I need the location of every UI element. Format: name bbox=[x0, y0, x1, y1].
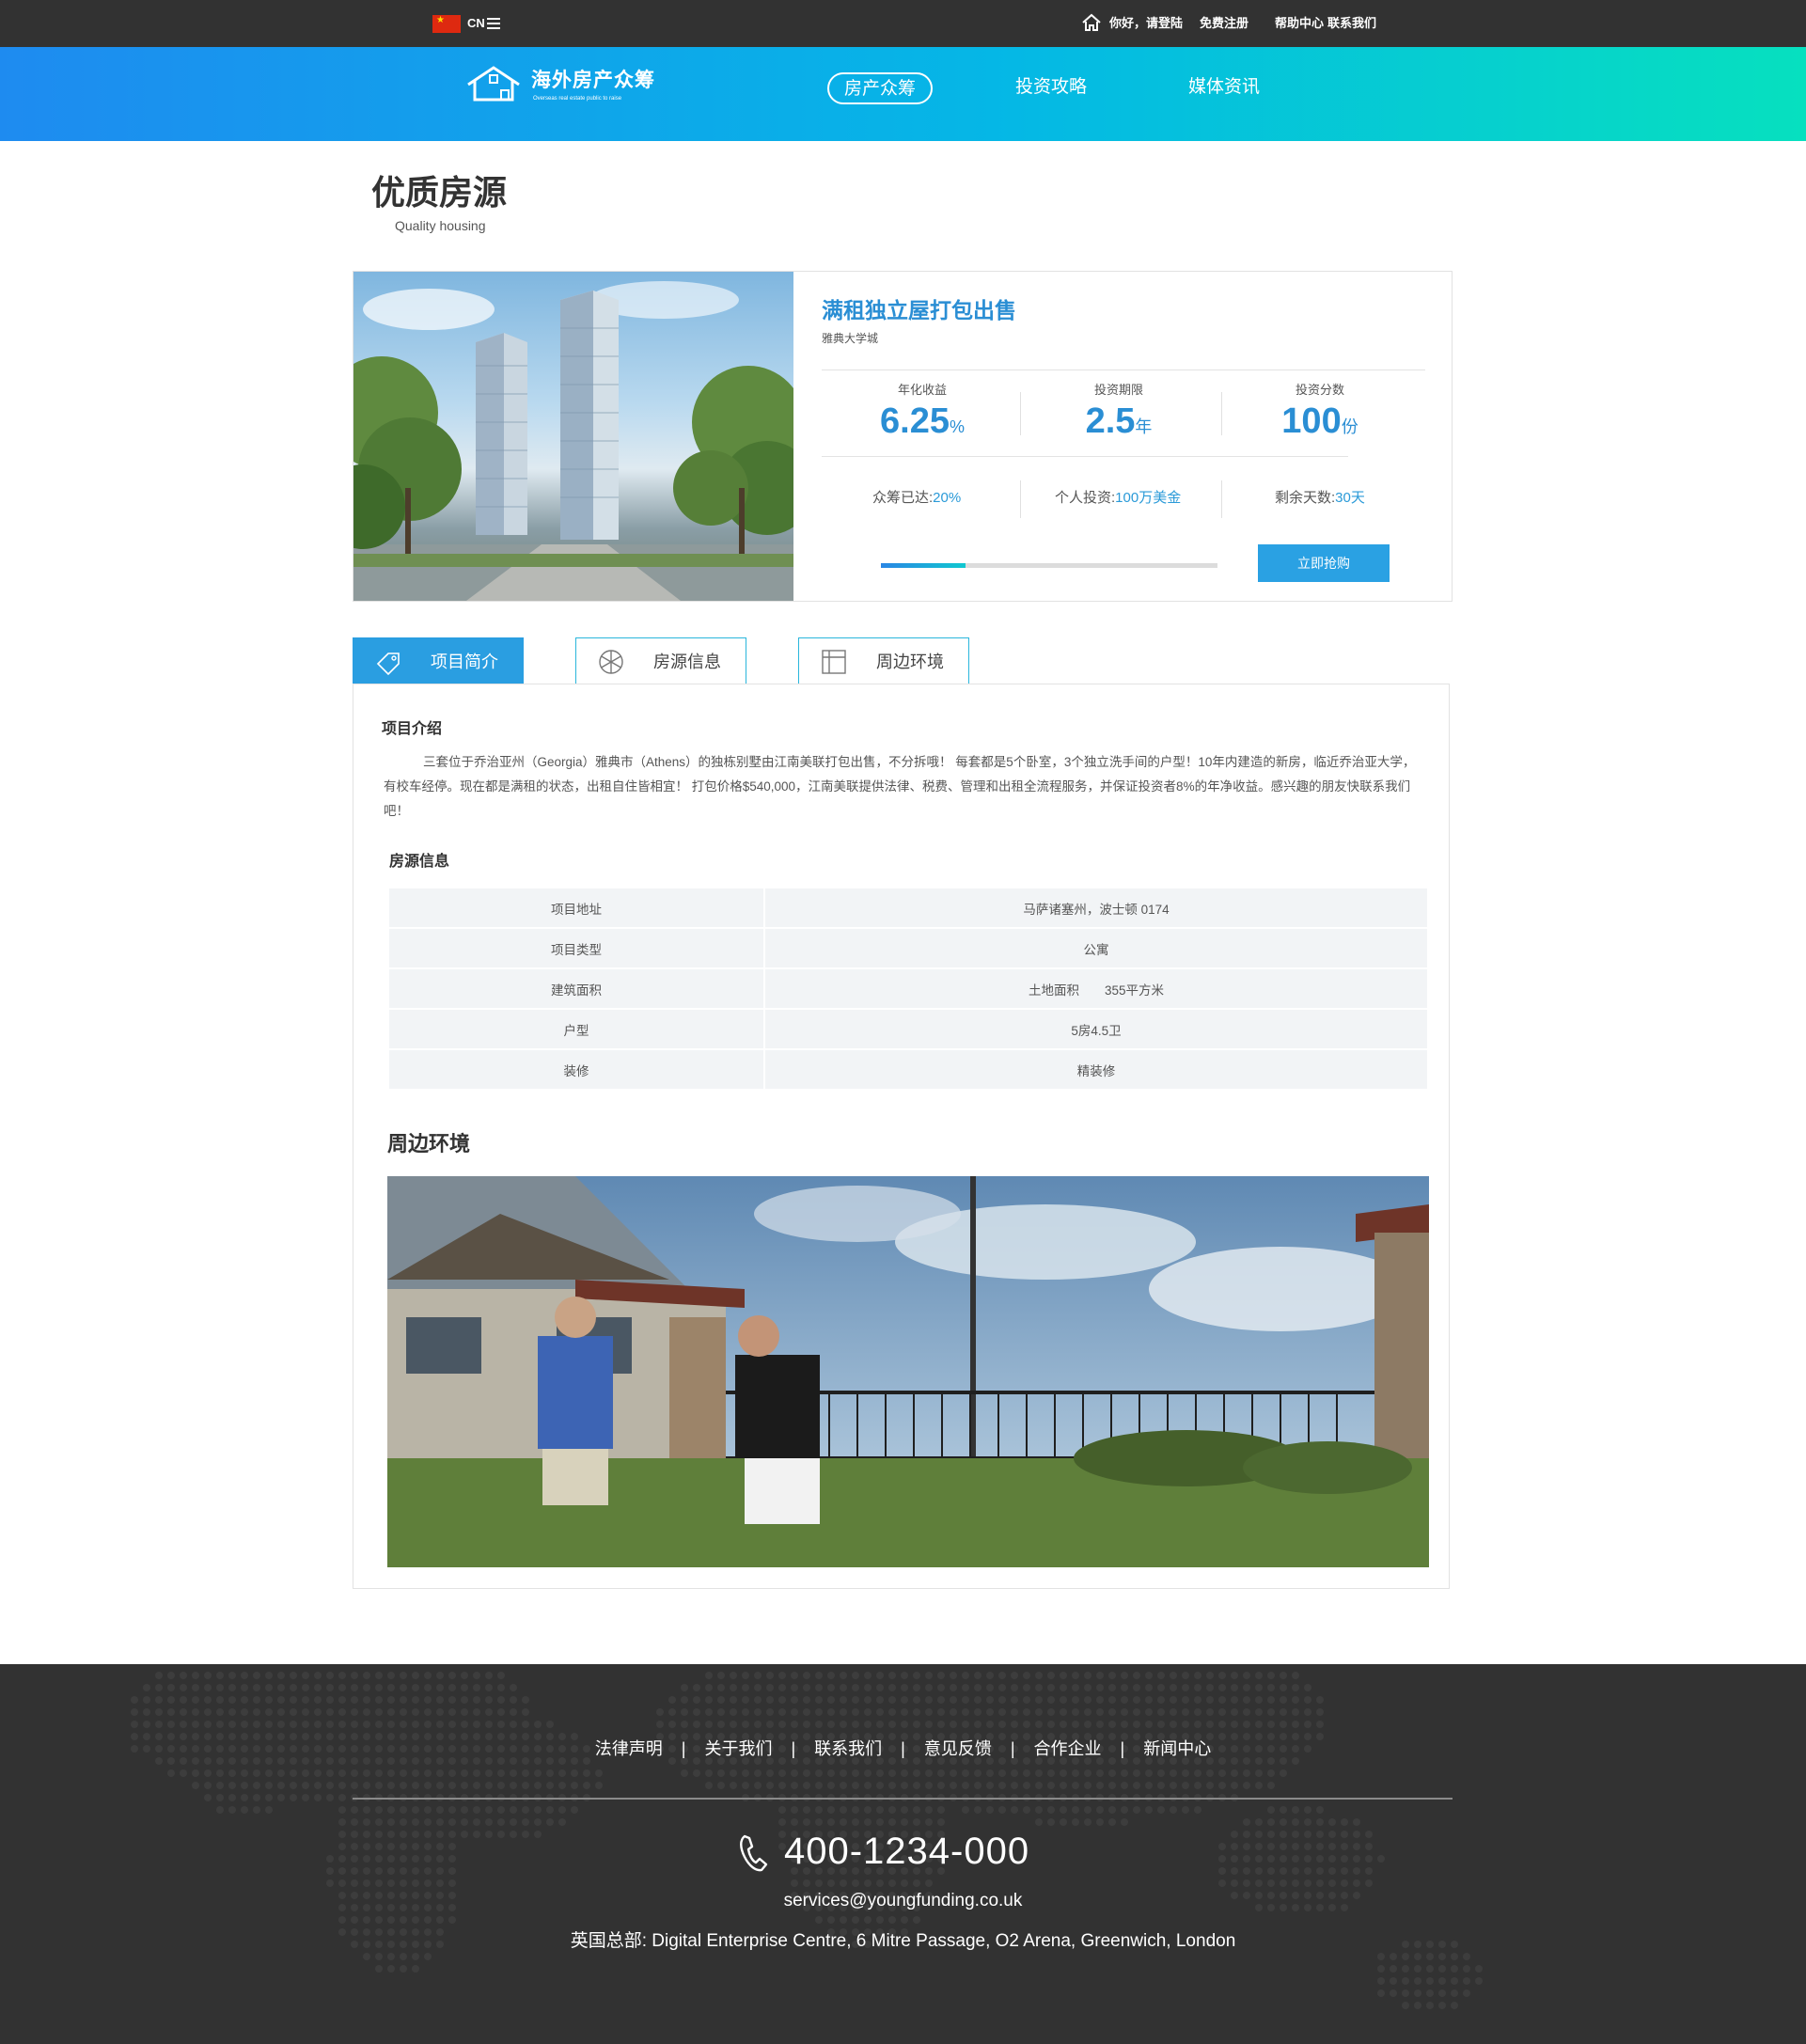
footer: 法律声明 | 关于我们 | 联系我们 | 意见反馈 | 合作企业 | 新闻中心 400-1234-0… bbox=[0, 1664, 1806, 2044]
nav-item-investment-guide[interactable]: 投资攻略 bbox=[998, 72, 1104, 104]
tab-label: 周边环境 bbox=[876, 653, 944, 671]
top-bar: ★ CN 你好，请登陆 免费注册 帮助中心 联系我们 bbox=[0, 0, 1806, 47]
main-navigation: 海外房产众筹 Overseas real estate public to ra… bbox=[0, 47, 1806, 141]
footer-links: 法律声明 | 关于我们 | 联系我们 | 意见反馈 | 合作企业 | 新闻中心 bbox=[0, 1737, 1806, 1760]
stat-divider bbox=[1020, 392, 1021, 435]
table-row: 装修 精装修 bbox=[389, 1050, 1427, 1091]
register-link[interactable]: 免费注册 bbox=[1200, 16, 1248, 31]
link-separator: | bbox=[1120, 1739, 1125, 1758]
property-info-heading: 房源信息 bbox=[389, 854, 450, 870]
headquarters-address: 英国总部: Digital Enterprise Centre, 6 Mitre… bbox=[570, 1931, 1236, 1951]
surroundings-photo bbox=[387, 1176, 1429, 1567]
annual-yield-stat: 年化收益 6.25% bbox=[833, 383, 1012, 448]
stat-divider bbox=[1221, 392, 1222, 435]
contact-email[interactable]: services@youngfunding.co.uk bbox=[0, 1890, 1806, 1912]
help-center-link[interactable]: 帮助中心 bbox=[1275, 16, 1324, 31]
progress-fill bbox=[881, 563, 966, 568]
table-value: 5房4.5卫 bbox=[765, 1010, 1427, 1050]
meta-divider bbox=[1020, 480, 1021, 518]
table-key: 项目地址 bbox=[389, 888, 765, 929]
divider bbox=[822, 456, 1348, 457]
personal-investment: 个人投资:100万美金 bbox=[1055, 490, 1182, 506]
page-subtitle: Quality housing bbox=[395, 218, 486, 233]
surroundings-heading: 周边环境 bbox=[387, 1132, 471, 1156]
tab-content-panel: 项目介绍 三套位于乔治亚州（Georgia）雅典市（Athens）的独栋别墅由江… bbox=[353, 684, 1450, 1589]
tag-icon bbox=[376, 653, 400, 676]
divider bbox=[822, 369, 1425, 370]
stat-value: 2.5年 bbox=[1085, 401, 1153, 441]
nav-item-media-news[interactable]: 媒体资讯 bbox=[1171, 72, 1277, 104]
page-title: 优质房源 bbox=[371, 173, 508, 212]
meta-divider bbox=[1221, 480, 1222, 518]
menu-icon[interactable] bbox=[487, 18, 500, 29]
investment-term-stat: 投资期限 2.5年 bbox=[1029, 383, 1208, 448]
table-row: 建筑面积 土地面积 355平方米 bbox=[389, 969, 1427, 1010]
table-value: 马萨诸塞州，波士顿 0174 bbox=[765, 888, 1427, 929]
link-separator: | bbox=[901, 1739, 905, 1758]
property-card: 满租独立屋打包出售 雅典大学城 年化收益 6.25% 投资期限 2.5年 投资分… bbox=[353, 271, 1453, 602]
property-info-table: 项目地址 马萨诸塞州，波士顿 0174 项目类型 公寓 建筑面积 土地面积 35… bbox=[389, 888, 1427, 1091]
snowflake-icon bbox=[599, 650, 623, 674]
table-row: 户型 5房4.5卫 bbox=[389, 1010, 1427, 1050]
link-separator: | bbox=[791, 1739, 796, 1758]
footer-divider bbox=[353, 1798, 1453, 1800]
contact-us-link[interactable]: 联系我们 bbox=[1327, 16, 1376, 31]
property-title[interactable]: 满租独立屋打包出售 bbox=[822, 296, 1016, 324]
remaining-days: 剩余天数:30天 bbox=[1275, 490, 1365, 506]
layout-icon bbox=[822, 650, 846, 674]
property-location: 雅典大学城 bbox=[822, 332, 879, 345]
table-key: 装修 bbox=[389, 1050, 765, 1091]
table-key: 户型 bbox=[389, 1010, 765, 1050]
logo[interactable]: 海外房产众筹 Overseas real estate public to ra… bbox=[465, 64, 691, 111]
stat-value: 6.25% bbox=[880, 401, 965, 441]
table-row: 项目类型 公寓 bbox=[389, 929, 1427, 969]
footer-link-feedback[interactable]: 意见反馈 bbox=[924, 1739, 992, 1758]
investment-shares-stat: 投资分数 100份 bbox=[1231, 383, 1409, 448]
tab-label: 房源信息 bbox=[653, 653, 721, 671]
house-logo-icon bbox=[467, 66, 520, 102]
table-key: 项目类型 bbox=[389, 929, 765, 969]
stat-label: 投资期限 bbox=[1093, 383, 1143, 397]
buy-now-button[interactable]: 立即抢购 bbox=[1258, 544, 1390, 582]
login-link[interactable]: 你好，请登陆 bbox=[1109, 16, 1183, 31]
stat-value: 100份 bbox=[1281, 401, 1358, 441]
tab-project-intro[interactable]: 项目简介 bbox=[353, 637, 524, 691]
funding-progress-bar bbox=[881, 563, 1217, 568]
footer-link-about[interactable]: 关于我们 bbox=[704, 1739, 772, 1758]
nav-item-crowdfunding[interactable]: 房产众筹 bbox=[827, 72, 933, 104]
footer-link-contact[interactable]: 联系我们 bbox=[814, 1739, 882, 1758]
table-row: 项目地址 马萨诸塞州，波士顿 0174 bbox=[389, 888, 1427, 929]
stat-label: 投资分数 bbox=[1295, 383, 1344, 397]
logo-text: 海外房产众筹 bbox=[531, 70, 655, 91]
home-icon[interactable] bbox=[1081, 12, 1102, 33]
logo-subtitle: Overseas real estate public to raise bbox=[533, 96, 622, 102]
china-flag-icon[interactable]: ★ bbox=[432, 15, 461, 33]
phone-icon bbox=[740, 1834, 768, 1872]
language-selector[interactable]: CN bbox=[467, 16, 485, 31]
raised-percentage: 众筹已达:20% bbox=[872, 490, 962, 506]
footer-link-news[interactable]: 新闻中心 bbox=[1143, 1739, 1211, 1758]
intro-heading: 项目介绍 bbox=[382, 721, 443, 737]
table-value: 土地面积 355平方米 bbox=[765, 969, 1427, 1010]
footer-link-legal[interactable]: 法律声明 bbox=[595, 1739, 663, 1758]
phone-number[interactable]: 400-1234-000 bbox=[784, 1829, 1029, 1874]
tab-label: 项目简介 bbox=[431, 653, 498, 671]
property-photo bbox=[353, 272, 793, 601]
table-value: 精装修 bbox=[765, 1050, 1427, 1091]
table-value: 公寓 bbox=[765, 929, 1427, 969]
link-separator: | bbox=[681, 1739, 686, 1758]
intro-text: 三套位于乔治亚州（Georgia）雅典市（Athens）的独栋别墅由江南美联打包… bbox=[384, 755, 1416, 818]
stat-label: 年化收益 bbox=[897, 383, 947, 397]
table-key: 建筑面积 bbox=[389, 969, 765, 1010]
footer-link-partners[interactable]: 合作企业 bbox=[1034, 1739, 1102, 1758]
tab-property-info[interactable]: 房源信息 bbox=[575, 637, 746, 684]
link-separator: | bbox=[1010, 1739, 1015, 1758]
tab-surroundings[interactable]: 周边环境 bbox=[798, 637, 969, 684]
